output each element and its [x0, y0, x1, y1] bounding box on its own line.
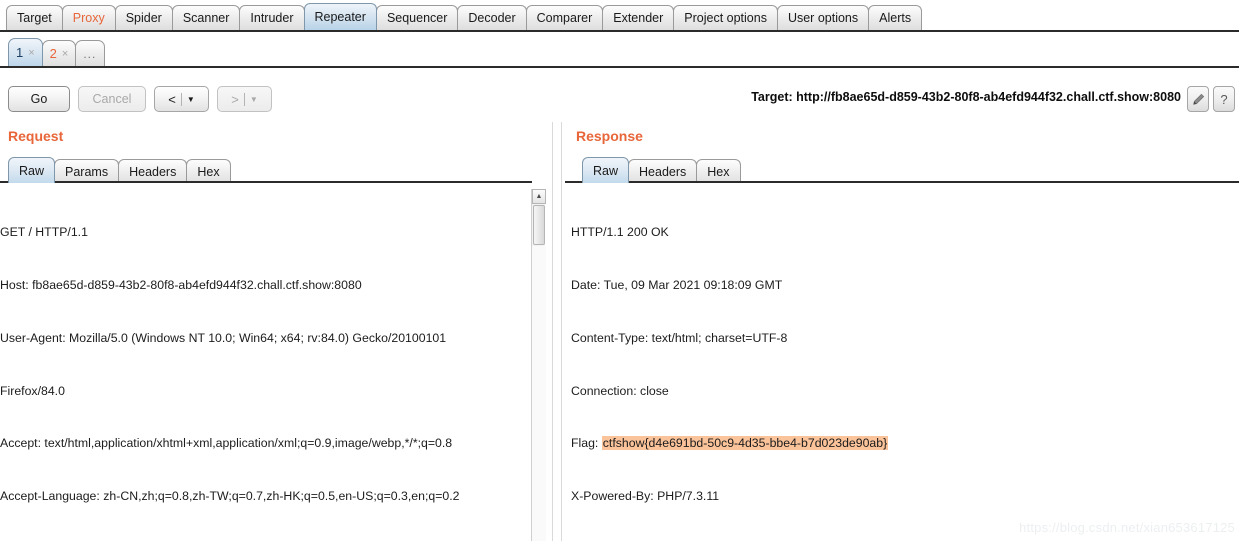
flag-key: Flag:: [571, 436, 602, 451]
divider: [243, 92, 245, 106]
watermark: https://blog.csdn.net/xian653617125: [1019, 520, 1235, 535]
tab-label: Decoder: [468, 11, 516, 25]
tab-label: Scanner: [182, 11, 230, 25]
tab-extender[interactable]: Extender: [602, 5, 675, 30]
tab-label: Raw: [593, 163, 619, 178]
repeater-tab-label: 1: [16, 45, 24, 60]
chevron-down-icon[interactable]: ▼: [187, 95, 195, 104]
tab-label: Repeater: [314, 10, 366, 24]
forward-button-inner: > ▼: [218, 92, 271, 107]
cancel-label: Cancel: [92, 92, 132, 106]
tab-spider[interactable]: Spider: [114, 5, 173, 30]
tab-label: Raw: [19, 163, 45, 178]
tab-target[interactable]: Target: [6, 5, 63, 30]
close-icon[interactable]: ×: [62, 48, 68, 60]
tab-intruder[interactable]: Intruder: [239, 5, 305, 30]
response-tab-headers[interactable]: Headers: [628, 159, 698, 183]
response-line: Date: Tue, 09 Mar 2021 09:18:09 GMT: [571, 277, 783, 292]
request-line: Host: fb8ae65d-d859-43b2-80f8-ab4efd944f…: [0, 277, 362, 292]
back-button-inner: < ▼: [155, 92, 208, 107]
cancel-button[interactable]: Cancel: [78, 86, 146, 112]
repeater-tab-1[interactable]: 1 ×: [8, 38, 43, 66]
pencil-icon: [1192, 93, 1204, 105]
response-raw-viewer[interactable]: HTTP/1.1 200 OK Date: Tue, 09 Mar 2021 0…: [571, 189, 1239, 541]
request-line: User-Agent: Mozilla/5.0 (Windows NT 10.0…: [0, 330, 447, 345]
tab-label: Hex: [197, 164, 220, 179]
help-button[interactable]: ?: [1213, 86, 1235, 112]
divider: [180, 92, 182, 106]
tab-label: Spider: [125, 11, 162, 25]
tab-user-options[interactable]: User options: [776, 5, 870, 30]
tab-sequencer[interactable]: Sequencer: [375, 5, 459, 30]
tab-alerts[interactable]: Alerts: [868, 5, 923, 30]
request-tab-hex[interactable]: Hex: [186, 159, 231, 183]
tab-label: Project options: [684, 11, 767, 25]
scrollbar-thumb[interactable]: [533, 205, 545, 245]
tab-label: Target: [17, 11, 52, 25]
back-button[interactable]: < ▼: [154, 86, 209, 112]
flag-value-highlight: ctfshow{d4e691bd-50c9-4d35-bbe4-b7d023de…: [601, 436, 889, 451]
request-pane-title: Request: [8, 128, 64, 144]
scrollbar-track[interactable]: [532, 246, 546, 541]
chevron-down-icon[interactable]: ▼: [250, 95, 258, 104]
response-line: HTTP/1.1 200 OK: [571, 225, 669, 240]
request-raw-editor[interactable]: GET / HTTP/1.1 Host: fb8ae65d-d859-43b2-…: [0, 189, 528, 541]
tab-label: Headers: [639, 164, 687, 179]
tab-label: User options: [787, 11, 859, 25]
ellipsis-icon: ...: [83, 46, 97, 61]
response-line: Content-Type: text/html; charset=UTF-8: [571, 330, 788, 345]
response-tab-underline: [565, 181, 1239, 183]
tab-label: Proxy: [72, 11, 105, 25]
pane-splitter[interactable]: [552, 122, 562, 541]
tab-label: Intruder: [250, 11, 294, 25]
request-line: GET / HTTP/1.1: [0, 225, 88, 240]
forward-button[interactable]: > ▼: [217, 86, 272, 112]
tab-repeater[interactable]: Repeater: [303, 3, 377, 30]
request-tab-headers[interactable]: Headers: [118, 159, 188, 183]
request-tab-params[interactable]: Params: [54, 159, 120, 183]
request-tab-raw[interactable]: Raw: [8, 157, 56, 183]
close-icon[interactable]: ×: [28, 47, 34, 59]
repeater-tab-2[interactable]: 2 ×: [41, 40, 77, 66]
response-tab-raw[interactable]: Raw: [582, 157, 630, 183]
response-flag-line: Flag: ctfshow{d4e691bd-50c9-4d35-bbe4-b7…: [571, 435, 1239, 453]
tab-label: Headers: [129, 164, 177, 179]
main-tab-bar: Target Proxy Spider Scanner Intruder Rep…: [0, 0, 1239, 32]
chevron-left-icon: <: [168, 91, 176, 107]
tab-proxy[interactable]: Proxy: [61, 5, 116, 30]
tab-label: Hex: [707, 164, 730, 179]
edit-target-button[interactable]: [1187, 86, 1209, 112]
tab-decoder[interactable]: Decoder: [457, 5, 527, 30]
request-tab-underline: [0, 181, 532, 183]
tab-label: Comparer: [536, 11, 593, 25]
request-vertical-scrollbar[interactable]: ▲: [531, 189, 546, 541]
go-button[interactable]: Go: [8, 86, 70, 112]
response-tab-bar: Raw Headers Hex: [582, 157, 741, 183]
go-label: Go: [30, 92, 48, 106]
tab-label: Sequencer: [386, 11, 448, 25]
response-pane-title: Response: [576, 128, 643, 144]
request-tab-bar: Raw Params Headers Hex: [8, 157, 231, 183]
tab-label: Alerts: [879, 11, 912, 25]
request-line: Firefox/84.0: [0, 383, 65, 398]
tab-comparer[interactable]: Comparer: [525, 5, 604, 30]
question-mark-icon: ?: [1220, 91, 1228, 107]
tab-scanner[interactable]: Scanner: [171, 5, 241, 30]
response-tab-hex[interactable]: Hex: [696, 159, 741, 183]
response-line: X-Powered-By: PHP/7.3.11: [571, 489, 720, 504]
chevron-right-icon: >: [231, 91, 239, 107]
tab-project-options[interactable]: Project options: [673, 5, 778, 30]
repeater-tab-more[interactable]: ...: [75, 40, 106, 66]
tab-label: Extender: [613, 11, 664, 25]
request-line: Accept: text/html,application/xhtml+xml,…: [0, 436, 453, 451]
request-line: Accept-Language: zh-CN,zh;q=0.8,zh-TW;q=…: [0, 489, 460, 504]
burp-repeater-window: Target Proxy Spider Scanner Intruder Rep…: [0, 0, 1239, 541]
response-line: Connection: close: [571, 383, 669, 398]
repeater-tab-label: 2: [49, 46, 57, 61]
tab-label: Params: [65, 164, 109, 179]
repeater-tab-bar: 1 × 2 × ...: [0, 34, 1239, 68]
scroll-up-icon[interactable]: ▲: [532, 189, 546, 204]
target-label: Target: http://fb8ae65d-d859-43b2-80f8-a…: [751, 90, 1181, 104]
